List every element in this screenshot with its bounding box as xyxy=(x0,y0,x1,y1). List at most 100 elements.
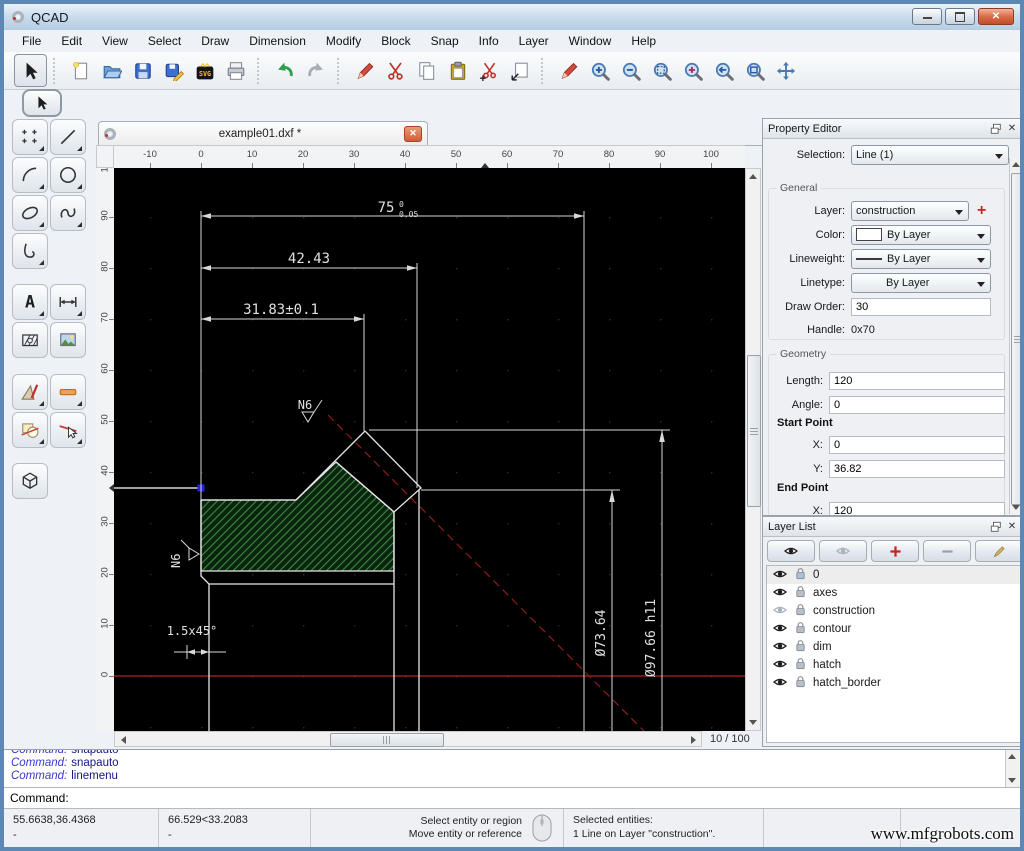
zoom-window-button[interactable] xyxy=(739,55,770,86)
menu-block[interactable]: Block xyxy=(371,32,420,50)
layer-visibility-toggle[interactable] xyxy=(773,658,787,673)
new-button[interactable] xyxy=(65,55,96,86)
menu-dimension[interactable]: Dimension xyxy=(239,32,316,50)
scroll-up-icon[interactable] xyxy=(1010,158,1022,171)
polyline-button[interactable] xyxy=(12,233,48,269)
length-input[interactable] xyxy=(829,372,1005,390)
layer-row-dim[interactable]: dim xyxy=(767,638,1021,656)
selection-combo[interactable]: Line (1) xyxy=(851,145,1009,165)
edit-layer-button[interactable] xyxy=(975,540,1023,562)
layer-visibility-toggle[interactable] xyxy=(773,568,787,583)
text-button[interactable]: A xyxy=(12,284,48,320)
layer-lock-toggle[interactable] xyxy=(794,567,807,583)
cut-button[interactable] xyxy=(380,55,411,86)
menu-modify[interactable]: Modify xyxy=(316,32,371,50)
lineweight-combo[interactable]: By Layer xyxy=(851,249,991,269)
layer-list-header[interactable]: Layer List ✕ xyxy=(763,517,1024,537)
ellipse-button[interactable] xyxy=(12,195,48,231)
dimension-button[interactable] xyxy=(50,284,86,320)
add-property-button[interactable]: + xyxy=(977,202,986,220)
scroll-right-icon[interactable] xyxy=(687,733,699,746)
command-history[interactable]: Command:snapautoCommand:snapautoCommand:… xyxy=(4,749,1020,788)
layer-lock-toggle[interactable] xyxy=(794,603,807,619)
linetype-combo[interactable]: By Layer xyxy=(851,273,991,293)
menu-file[interactable]: File xyxy=(12,32,51,50)
remove-layer-button[interactable] xyxy=(923,540,971,562)
modify-button[interactable] xyxy=(12,412,48,448)
tab-close-button[interactable]: ✕ xyxy=(404,126,422,142)
canvas-horizontal-scrollbar[interactable] xyxy=(114,731,702,747)
menu-draw[interactable]: Draw xyxy=(191,32,239,50)
layer-row-contour[interactable]: contour xyxy=(767,620,1021,638)
property-editor-header[interactable]: Property Editor ✕ xyxy=(763,119,1024,139)
minimize-button[interactable] xyxy=(912,8,942,25)
paste-button[interactable] xyxy=(442,55,473,86)
menu-snap[interactable]: Snap xyxy=(421,32,469,50)
scroll-up-icon[interactable] xyxy=(747,170,759,183)
menu-help[interactable]: Help xyxy=(621,32,666,50)
zoom-auto-button[interactable] xyxy=(646,55,677,86)
maximize-button[interactable] xyxy=(945,8,975,25)
selection-button[interactable] xyxy=(14,54,47,87)
paste-reference-button[interactable] xyxy=(504,55,535,86)
menu-layer[interactable]: Layer xyxy=(509,32,559,50)
redo-button[interactable] xyxy=(300,55,331,86)
layer-visibility-toggle[interactable] xyxy=(773,640,787,655)
start-y-input[interactable] xyxy=(829,460,1005,478)
drawing-svg[interactable]: 75 0 0.05 42.43 31.83±0.1 1.5x45° Ø73.64… xyxy=(114,168,745,731)
arc-button[interactable] xyxy=(12,157,48,193)
layer-lock-toggle[interactable] xyxy=(794,675,807,691)
menu-edit[interactable]: Edit xyxy=(51,32,92,50)
layer-visibility-toggle[interactable] xyxy=(773,604,787,619)
draw-pencil-button[interactable] xyxy=(553,55,584,86)
menu-select[interactable]: Select xyxy=(138,32,191,50)
layer-lock-toggle[interactable] xyxy=(794,639,807,655)
layer-row-axes[interactable]: axes xyxy=(767,584,1021,602)
menu-view[interactable]: View xyxy=(92,32,138,50)
drawing-area[interactable]: 75 0 0.05 42.43 31.83±0.1 1.5x45° Ø73.64… xyxy=(114,168,745,731)
zoom-previous-button[interactable] xyxy=(708,55,739,86)
circle-button[interactable] xyxy=(50,157,86,193)
menu-window[interactable]: Window xyxy=(559,32,622,50)
svg-export-button[interactable]: SVG xyxy=(189,55,220,86)
show-all-layers-button[interactable] xyxy=(767,540,815,562)
undock-icon[interactable] xyxy=(988,520,1004,534)
end-x-input[interactable] xyxy=(829,502,1005,516)
hatch-button[interactable] xyxy=(12,322,48,358)
image-button[interactable] xyxy=(50,322,86,358)
print-button[interactable] xyxy=(220,55,251,86)
layer-lock-toggle[interactable] xyxy=(794,657,807,673)
edit-pencil-button[interactable] xyxy=(349,55,380,86)
scroll-up-icon[interactable] xyxy=(1006,750,1018,763)
point-button[interactable] xyxy=(12,119,48,155)
solid-button[interactable] xyxy=(12,463,48,499)
zoom-in-button[interactable] xyxy=(584,55,615,86)
copy-button[interactable] xyxy=(411,55,442,86)
zoom-out-button[interactable] xyxy=(615,55,646,86)
layer-lock-toggle[interactable] xyxy=(794,621,807,637)
close-button[interactable]: ✕ xyxy=(978,8,1014,25)
close-panel-icon[interactable]: ✕ xyxy=(1004,520,1020,534)
start-x-input[interactable] xyxy=(829,436,1005,454)
layer-row-construction[interactable]: construction xyxy=(767,602,1021,620)
layer-row-hatch_border[interactable]: hatch_border xyxy=(767,674,1021,692)
trim-button[interactable] xyxy=(50,412,86,448)
scroll-down-icon[interactable] xyxy=(1006,774,1018,787)
add-layer-button[interactable] xyxy=(871,540,919,562)
attributes-button[interactable] xyxy=(50,374,86,410)
layer-visibility-toggle[interactable] xyxy=(773,586,787,601)
undock-icon[interactable] xyxy=(988,122,1004,136)
layer-visibility-toggle[interactable] xyxy=(773,676,787,691)
layer-row-0[interactable]: 0 xyxy=(767,566,1021,584)
layer-visibility-toggle[interactable] xyxy=(773,622,787,637)
property-editor-scrollbar[interactable] xyxy=(1009,158,1024,514)
color-combo[interactable]: By Layer xyxy=(851,225,991,245)
layer-lock-toggle[interactable] xyxy=(794,585,807,601)
draw-order-input[interactable] xyxy=(851,298,991,316)
angle-input[interactable] xyxy=(829,396,1005,414)
layer-combo[interactable]: construction xyxy=(851,201,969,221)
scroll-down-icon[interactable] xyxy=(1010,501,1022,514)
misc-button[interactable] xyxy=(12,374,48,410)
scroll-down-icon[interactable] xyxy=(747,716,759,729)
cut-reference-button[interactable] xyxy=(473,55,504,86)
